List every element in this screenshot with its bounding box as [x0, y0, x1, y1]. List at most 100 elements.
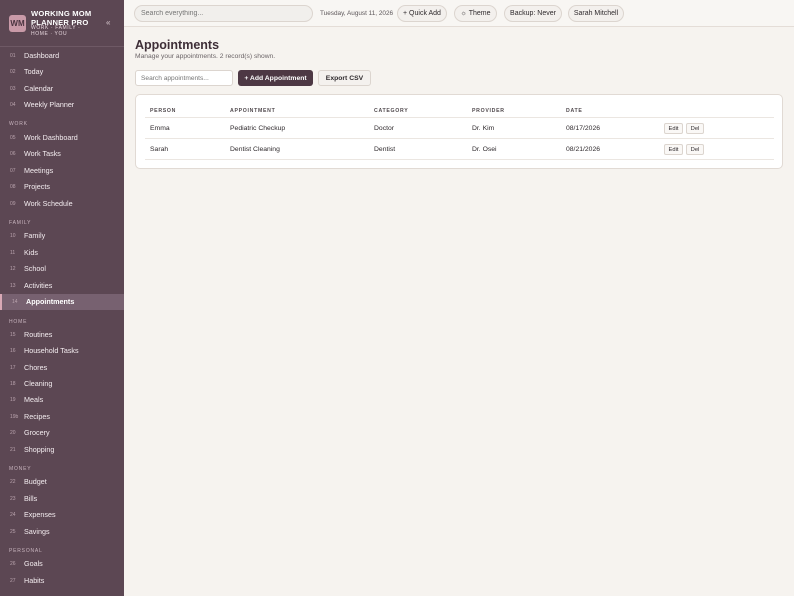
sidebar-item-label: Routines: [24, 330, 53, 339]
sidebar-item-work-schedule[interactable]: 09 Work Schedule: [0, 196, 124, 212]
sidebar-item-label: Work Tasks: [24, 149, 61, 158]
sidebar-item-family[interactable]: 10 Family: [0, 228, 124, 244]
theme-button[interactable]: ☼ Theme: [454, 5, 497, 22]
edit-button[interactable]: Edit: [664, 123, 683, 134]
section-label-home: HOME: [9, 319, 28, 325]
sidebar-item-label: Weekly Planner: [24, 100, 75, 109]
row-divider: [145, 159, 774, 160]
nav-number: 25: [10, 529, 16, 535]
nav-number: 18: [10, 381, 16, 387]
sidebar-item-label: Shopping: [24, 445, 55, 454]
page-title: Appointments: [135, 38, 220, 52]
nav-number: 23: [10, 496, 16, 502]
sidebar-item-dashboard[interactable]: 01 Dashboard: [0, 48, 124, 64]
sidebar-item-label: Activities: [24, 281, 53, 290]
sidebar-item-kids[interactable]: 11 Kids: [0, 245, 124, 261]
sidebar-item-meals[interactable]: 19 Meals: [0, 392, 124, 408]
nav-number: 10: [10, 233, 16, 239]
appointments-search-input[interactable]: [135, 70, 233, 86]
sidebar-item-projects[interactable]: 08 Projects: [0, 179, 124, 195]
sidebar-item-label: Dashboard: [24, 51, 60, 60]
nav-number: 17: [10, 365, 16, 371]
sidebar-item-label: Cleaning: [24, 379, 53, 388]
sidebar-item-label: Recipes: [24, 412, 50, 421]
sidebar-item-appointments[interactable]: 14 Appointments: [0, 294, 124, 310]
quick-add-button[interactable]: + Quick Add: [397, 5, 447, 22]
sidebar-item-habits[interactable]: 27 Habits: [0, 573, 124, 589]
sidebar-item-label: Habits: [24, 576, 45, 585]
add-appointment-button[interactable]: + Add Appointment: [238, 70, 313, 86]
sidebar-item-label: Projects: [24, 182, 50, 191]
nav-number: 27: [10, 578, 16, 584]
delete-button[interactable]: Del: [686, 144, 704, 155]
column-header-person[interactable]: PERSON: [150, 108, 176, 114]
sidebar-item-shopping[interactable]: 21 Shopping: [0, 442, 124, 458]
delete-button[interactable]: Del: [686, 123, 704, 134]
nav-number: 11: [10, 250, 16, 256]
backup-status-button[interactable]: Backup: Never: [504, 5, 562, 22]
nav-number: 06: [10, 151, 16, 157]
brand-subtitle: WORK · FAMILY · HOME · YOU: [31, 25, 81, 37]
user-menu-button[interactable]: Sarah Mitchell: [568, 5, 624, 22]
sidebar-item-label: Meals: [24, 395, 44, 404]
nav-number: 01: [10, 53, 16, 59]
sidebar-item-label: Chores: [24, 363, 48, 372]
sidebar-item-school[interactable]: 12 School: [0, 261, 124, 277]
nav-number: 08: [10, 184, 16, 190]
sidebar-item-label: Work Schedule: [24, 199, 73, 208]
nav-number: 03: [10, 86, 16, 92]
column-header-provider[interactable]: PROVIDER: [472, 108, 505, 114]
sidebar-item-routines[interactable]: 15 Routines: [0, 327, 124, 343]
sidebar-item-label: Today: [24, 67, 44, 76]
sidebar-item-grocery[interactable]: 20 Grocery: [0, 425, 124, 441]
cell-category: Dentist: [374, 146, 396, 153]
collapse-sidebar-icon[interactable]: «: [106, 18, 110, 27]
sidebar-item-label: Work Dashboard: [24, 133, 78, 142]
edit-button[interactable]: Edit: [664, 144, 683, 155]
sidebar-item-weekly-planner[interactable]: 04 Weekly Planner: [0, 97, 124, 113]
sidebar-item-label: Calendar: [24, 84, 54, 93]
nav-number: 07: [10, 168, 16, 174]
logo: WM: [9, 15, 26, 32]
sidebar-item-label: Household Tasks: [24, 346, 79, 355]
column-header-category[interactable]: CATEGORY: [374, 108, 408, 114]
nav-number: 02: [10, 69, 16, 75]
nav-number: 09: [10, 201, 16, 207]
sidebar-item-label: Bills: [24, 494, 38, 503]
current-date: Tuesday, August 11, 2026: [320, 10, 394, 17]
sidebar-item-goals[interactable]: 26 Goals: [0, 556, 124, 572]
sidebar-item-today[interactable]: 02 Today: [0, 64, 124, 80]
nav-number: 20: [10, 430, 16, 436]
nav-number: 14: [12, 299, 18, 305]
column-header-date[interactable]: DATE: [566, 108, 583, 114]
sidebar-item-expenses[interactable]: 24 Expenses: [0, 507, 124, 523]
sidebar-item-label: Grocery: [24, 428, 50, 437]
export-csv-button[interactable]: Export CSV: [318, 70, 371, 86]
cell-appointment: Dentist Cleaning: [230, 146, 280, 153]
sidebar-item-budget[interactable]: 22 Budget: [0, 474, 124, 490]
sidebar-item-work-tasks[interactable]: 06 Work Tasks: [0, 146, 124, 162]
sidebar-item-label: Savings: [24, 527, 50, 536]
sidebar-item-label: Family: [24, 231, 46, 240]
nav-number: 21: [10, 447, 16, 453]
brand: WM WORKING MOM PLANNER PRO WORK · FAMILY…: [0, 0, 124, 47]
sidebar-item-label: School: [24, 264, 46, 273]
nav-number: 15: [10, 332, 16, 338]
global-search-input[interactable]: [134, 5, 313, 22]
sidebar-item-meetings[interactable]: 07 Meetings: [0, 163, 124, 179]
nav-number: 16: [10, 348, 16, 354]
sidebar-item-label: Kids: [24, 248, 38, 257]
column-header-appointment[interactable]: APPOINTMENT: [230, 108, 275, 114]
sidebar-item-activities[interactable]: 13 Activities: [0, 278, 124, 294]
sidebar-item-recipes[interactable]: 19b Recipes: [0, 409, 124, 425]
sidebar-item-bills[interactable]: 23 Bills: [0, 491, 124, 507]
sidebar-item-calendar[interactable]: 03 Calendar: [0, 81, 124, 97]
sidebar-item-label: Goals: [24, 559, 43, 568]
sidebar-item-cleaning[interactable]: 18 Cleaning: [0, 376, 124, 392]
sidebar-item-household-tasks[interactable]: 16 Household Tasks: [0, 343, 124, 359]
section-label-family: FAMILY: [9, 220, 32, 226]
sidebar-item-savings[interactable]: 25 Savings: [0, 524, 124, 540]
sidebar-item-chores[interactable]: 17 Chores: [0, 360, 124, 376]
sidebar-item-label: Meetings: [24, 166, 54, 175]
sidebar-item-work-dashboard[interactable]: 05 Work Dashboard: [0, 130, 124, 146]
